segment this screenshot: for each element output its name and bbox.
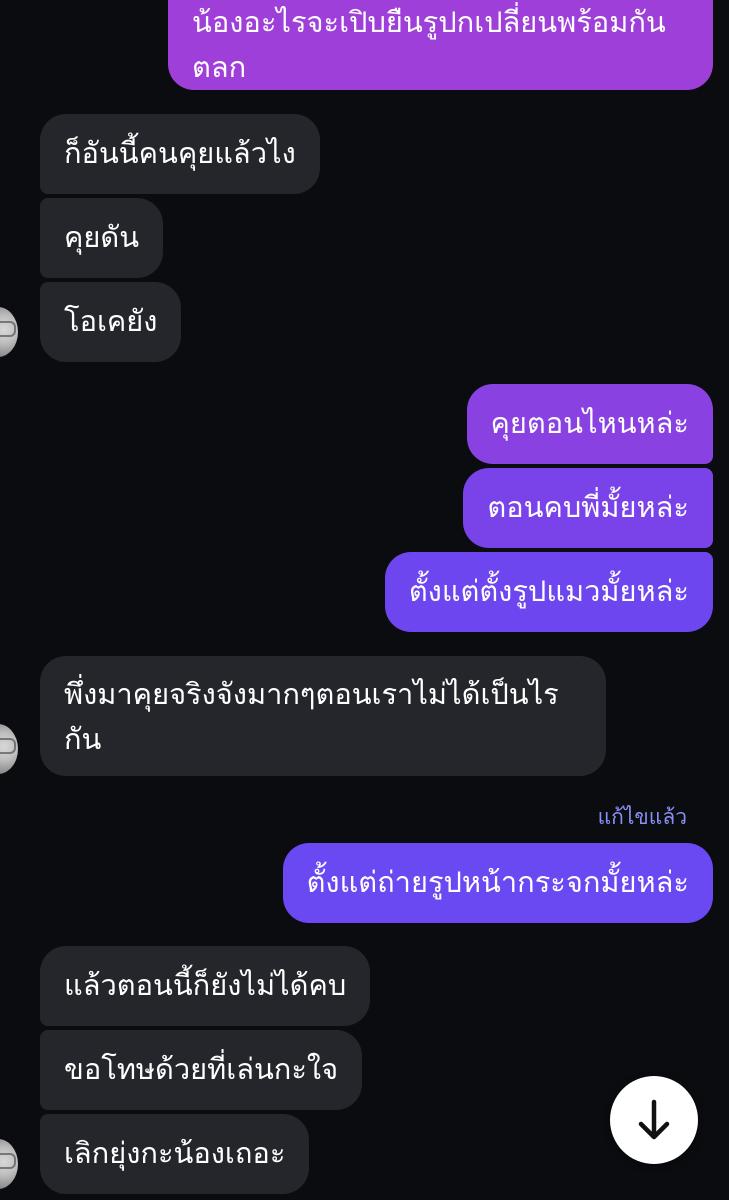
message-bubble-incoming[interactable]: ก็อันนี้คนคุยแล้วไง xyxy=(40,114,320,194)
avatar[interactable] xyxy=(0,1139,18,1189)
message-bubble-incoming[interactable]: คุยดัน xyxy=(40,198,164,278)
scroll-to-bottom-button[interactable] xyxy=(610,1076,698,1164)
message-bubble-outgoing[interactable]: ตั้งแต่ถ่ายรูปหน้ากระจกมั้ยหล่ะ xyxy=(282,843,713,923)
message-bubble-outgoing[interactable]: ตอนคบพี่มั้ยหล่ะ xyxy=(463,468,713,548)
message-bubble-outgoing[interactable]: คุยตอนไหนหล่ะ xyxy=(466,384,713,464)
message-bubble-incoming[interactable]: ขอโทษด้วยที่เล่นกะใจ xyxy=(40,1030,363,1110)
avatar[interactable] xyxy=(0,307,18,357)
edited-label: แก้ไขแล้ว xyxy=(597,805,687,829)
message-bubble-incoming[interactable]: เลิกยุ่งกะน้องเถอะ xyxy=(40,1114,310,1194)
message-bubble-incoming[interactable]: พึ่งมาคุยจริงจังมากๆตอนเราไม่ได้เป็นไร ก… xyxy=(40,656,606,776)
avatar[interactable] xyxy=(0,724,18,774)
message-bubble-outgoing[interactable]: น้องอะไรจะเปิบยืนรูปกเปลี่ยนพร้อมกัน ตลก xyxy=(168,0,713,90)
arrow-down-icon xyxy=(638,1099,670,1140)
message-bubble-incoming[interactable]: แล้วตอนนี้ก็ยังไม่ได้คบ xyxy=(40,946,371,1026)
message-bubble-incoming[interactable]: โอเคยัง xyxy=(40,282,182,362)
message-bubble-outgoing[interactable]: ตั้งแต่ตั้งรูปแมวมั้ยหล่ะ xyxy=(384,552,713,632)
